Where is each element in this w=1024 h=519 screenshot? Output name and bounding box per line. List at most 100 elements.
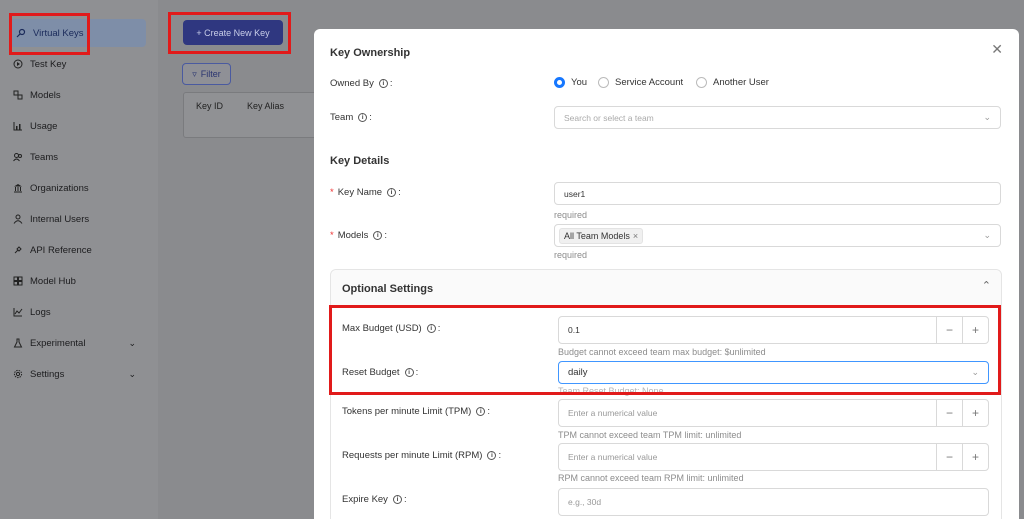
app-icon <box>12 275 24 287</box>
rpm-input[interactable]: Enter a numerical value − + <box>558 443 989 471</box>
radio-label: Service Account <box>615 77 684 88</box>
key-ownership-title: Key Ownership <box>330 47 411 59</box>
required-icon: * <box>330 230 334 241</box>
optional-settings-header[interactable]: Optional Settings ⌃ <box>331 270 1001 308</box>
sidebar-item-teams[interactable]: Teams <box>12 144 146 170</box>
key-name-hint: required <box>554 210 588 220</box>
bar-chart-icon <box>12 120 24 132</box>
table-header-key-id: Key ID <box>196 101 224 111</box>
sidebar: Virtual Keys Test Key Models Usage Teams… <box>0 0 158 519</box>
chevron-down-icon: ⌄ <box>983 112 991 122</box>
key-name-text: Key Name <box>337 187 383 198</box>
sidebar-item-label: Logs <box>30 306 51 318</box>
sidebar-item-label: Settings <box>30 368 65 380</box>
radio-checked-icon <box>554 77 565 88</box>
line-chart-icon <box>12 306 24 318</box>
sidebar-item-label: Experimental <box>30 337 86 349</box>
models-icon <box>12 89 24 101</box>
minus-icon[interactable]: − <box>936 444 962 470</box>
rpm-label: Requests per minute Limit (RPM) i: <box>342 450 502 461</box>
rpm-text: Requests per minute Limit (RPM) <box>342 450 483 461</box>
chevron-up-icon: ⌃ <box>981 280 991 292</box>
create-key-modal: ✕ Key Ownership Owned By i: You Service … <box>314 29 1019 519</box>
owned-by-text: Owned By <box>330 78 374 89</box>
bank-icon <box>12 182 24 194</box>
sidebar-item-settings[interactable]: Settings ⌄ <box>12 361 146 387</box>
sidebar-item-label: API Reference <box>30 244 92 256</box>
expire-key-input[interactable]: e.g., 30d <box>558 488 989 516</box>
sidebar-item-organizations[interactable]: Organizations <box>12 175 146 201</box>
sidebar-item-label: Internal Users <box>30 213 90 225</box>
owned-by-label: Owned By i: <box>330 78 393 89</box>
tpm-hint: TPM cannot exceed team TPM limit: unlimi… <box>558 430 742 440</box>
optional-settings-title: Optional Settings <box>342 283 434 295</box>
tag-close-icon[interactable]: × <box>633 231 638 241</box>
radio-label: You <box>571 77 588 88</box>
owner-radio-you[interactable]: You <box>554 77 587 88</box>
radio-label: Another User <box>713 77 769 88</box>
radio-unchecked-icon <box>696 77 707 88</box>
expire-key-label: Expire Key i: <box>342 494 407 505</box>
filter-button[interactable]: ▿ Filter <box>182 63 231 85</box>
chevron-down-icon[interactable]: ⌄ <box>128 369 136 380</box>
chevron-down-icon[interactable]: ⌄ <box>128 338 136 349</box>
experiment-icon <box>12 337 24 349</box>
plus-icon[interactable]: + <box>962 400 988 426</box>
sidebar-item-label: Models <box>30 89 61 101</box>
owner-radio-another-user[interactable]: Another User <box>696 77 769 88</box>
info-icon[interactable]: i <box>476 407 486 416</box>
required-icon: * <box>330 187 334 198</box>
sidebar-item-label: Model Hub <box>30 275 76 287</box>
sidebar-item-label: Teams <box>30 151 58 163</box>
api-icon <box>12 244 24 256</box>
sidebar-item-label: Test Key <box>30 58 67 70</box>
sidebar-item-api-reference[interactable]: API Reference <box>12 237 146 263</box>
models-hint: required <box>554 250 588 260</box>
models-text: Models <box>337 230 369 241</box>
filter-icon: ▿ <box>192 68 197 79</box>
models-select[interactable]: All Team Models × ⌄ <box>554 224 1001 247</box>
chevron-down-icon: ⌄ <box>983 230 991 240</box>
owner-radio-service-account[interactable]: Service Account <box>598 77 683 88</box>
rpm-hint: RPM cannot exceed team RPM limit: unlimi… <box>558 473 744 483</box>
info-icon[interactable]: i <box>392 495 402 504</box>
filter-label: Filter <box>200 69 221 79</box>
highlight-create-button <box>168 12 291 54</box>
radio-unchecked-icon <box>598 77 609 88</box>
tpm-label: Tokens per minute Limit (TPM) i: <box>342 406 490 417</box>
sidebar-item-experimental[interactable]: Experimental ⌄ <box>12 330 146 356</box>
gear-icon <box>12 368 24 380</box>
team-select[interactable]: Search or select a team ⌄ <box>554 106 1001 129</box>
highlight-virtual-keys <box>9 13 90 55</box>
plus-icon[interactable]: + <box>962 444 988 470</box>
sidebar-item-models[interactable]: Models <box>12 82 146 108</box>
info-icon[interactable]: i <box>358 113 368 122</box>
sidebar-item-usage[interactable]: Usage <box>12 113 146 139</box>
model-tag: All Team Models × <box>559 227 644 244</box>
team-placeholder: Search or select a team <box>564 112 654 123</box>
key-name-label: * Key Name i: <box>330 187 401 198</box>
key-details-title: Key Details <box>330 155 390 167</box>
info-icon[interactable]: i <box>373 231 383 240</box>
rpm-placeholder: Enter a numerical value <box>568 452 658 462</box>
info-icon[interactable]: i <box>487 451 497 460</box>
tpm-input[interactable]: Enter a numerical value − + <box>558 399 989 427</box>
expire-key-text: Expire Key <box>342 494 388 505</box>
team-icon <box>12 151 24 163</box>
minus-icon[interactable]: − <box>936 400 962 426</box>
sidebar-item-label: Organizations <box>30 182 89 194</box>
close-icon[interactable]: ✕ <box>991 41 1003 58</box>
sidebar-item-logs[interactable]: Logs <box>12 299 146 325</box>
sidebar-item-internal-users[interactable]: Internal Users <box>12 206 146 232</box>
model-tag-label: All Team Models <box>564 230 630 241</box>
highlight-budget-settings <box>329 305 1001 395</box>
sidebar-item-label: Usage <box>30 120 58 132</box>
play-circle-icon <box>12 58 24 70</box>
tpm-placeholder: Enter a numerical value <box>568 408 658 418</box>
key-name-input[interactable]: user1 <box>554 182 1001 205</box>
keys-table: Key ID Key Alias <box>183 92 323 138</box>
team-text: Team <box>330 112 354 123</box>
info-icon[interactable]: i <box>387 188 397 197</box>
info-icon[interactable]: i <box>378 79 388 88</box>
sidebar-item-model-hub[interactable]: Model Hub <box>12 268 146 294</box>
